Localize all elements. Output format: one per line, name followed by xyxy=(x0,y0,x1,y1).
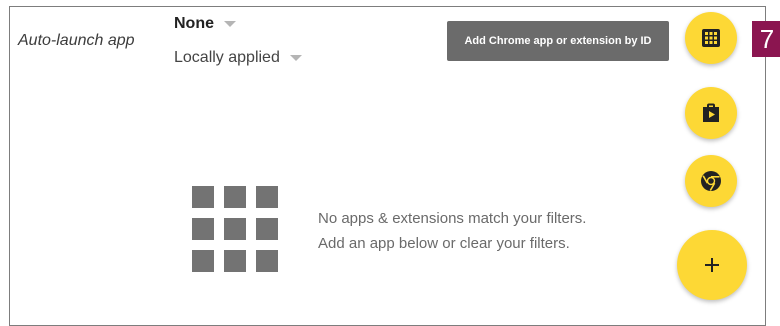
auto-launch-dropdown[interactable]: None xyxy=(174,15,236,33)
empty-grid-cell xyxy=(192,250,214,272)
empty-state-line-2: Add an app below or clear your filters. xyxy=(318,235,570,252)
add-from-play-store-button[interactable] xyxy=(685,87,737,139)
add-by-id-button[interactable] xyxy=(685,12,737,64)
step-badge: 7 xyxy=(752,21,780,57)
empty-state-message: No apps & extensions match your filters.… xyxy=(318,206,586,256)
step-number: 7 xyxy=(759,23,775,54)
scope-dropdown[interactable]: Locally applied xyxy=(174,49,302,67)
apps-grid-icon xyxy=(702,29,720,47)
add-from-chrome-store-button[interactable] xyxy=(685,155,737,207)
shopping-bag-play-icon xyxy=(703,103,719,122)
empty-grid-cell xyxy=(256,250,278,272)
empty-grid-cell xyxy=(256,218,278,240)
empty-grid-cell xyxy=(192,186,214,208)
add-by-id-tooltip: Add Chrome app or extension by ID xyxy=(447,21,669,61)
empty-grid-cell xyxy=(224,250,246,272)
empty-grid-cell xyxy=(224,218,246,240)
auto-launch-value: None xyxy=(174,15,214,32)
plus-icon xyxy=(705,258,719,272)
add-app-button[interactable] xyxy=(677,230,747,300)
tooltip-text: Add Chrome app or extension by ID xyxy=(464,35,652,47)
empty-state-line-1: No apps & extensions match your filters. xyxy=(318,210,587,227)
chevron-down-icon xyxy=(289,55,302,61)
scope-value: Locally applied xyxy=(174,49,280,66)
empty-grid-cell xyxy=(192,218,214,240)
empty-grid-cell xyxy=(256,186,278,208)
chrome-icon xyxy=(701,171,721,191)
empty-apps-icon xyxy=(192,186,278,272)
chevron-down-icon xyxy=(224,21,236,27)
empty-grid-cell xyxy=(224,186,246,208)
auto-launch-label: Auto-launch app xyxy=(18,32,135,49)
